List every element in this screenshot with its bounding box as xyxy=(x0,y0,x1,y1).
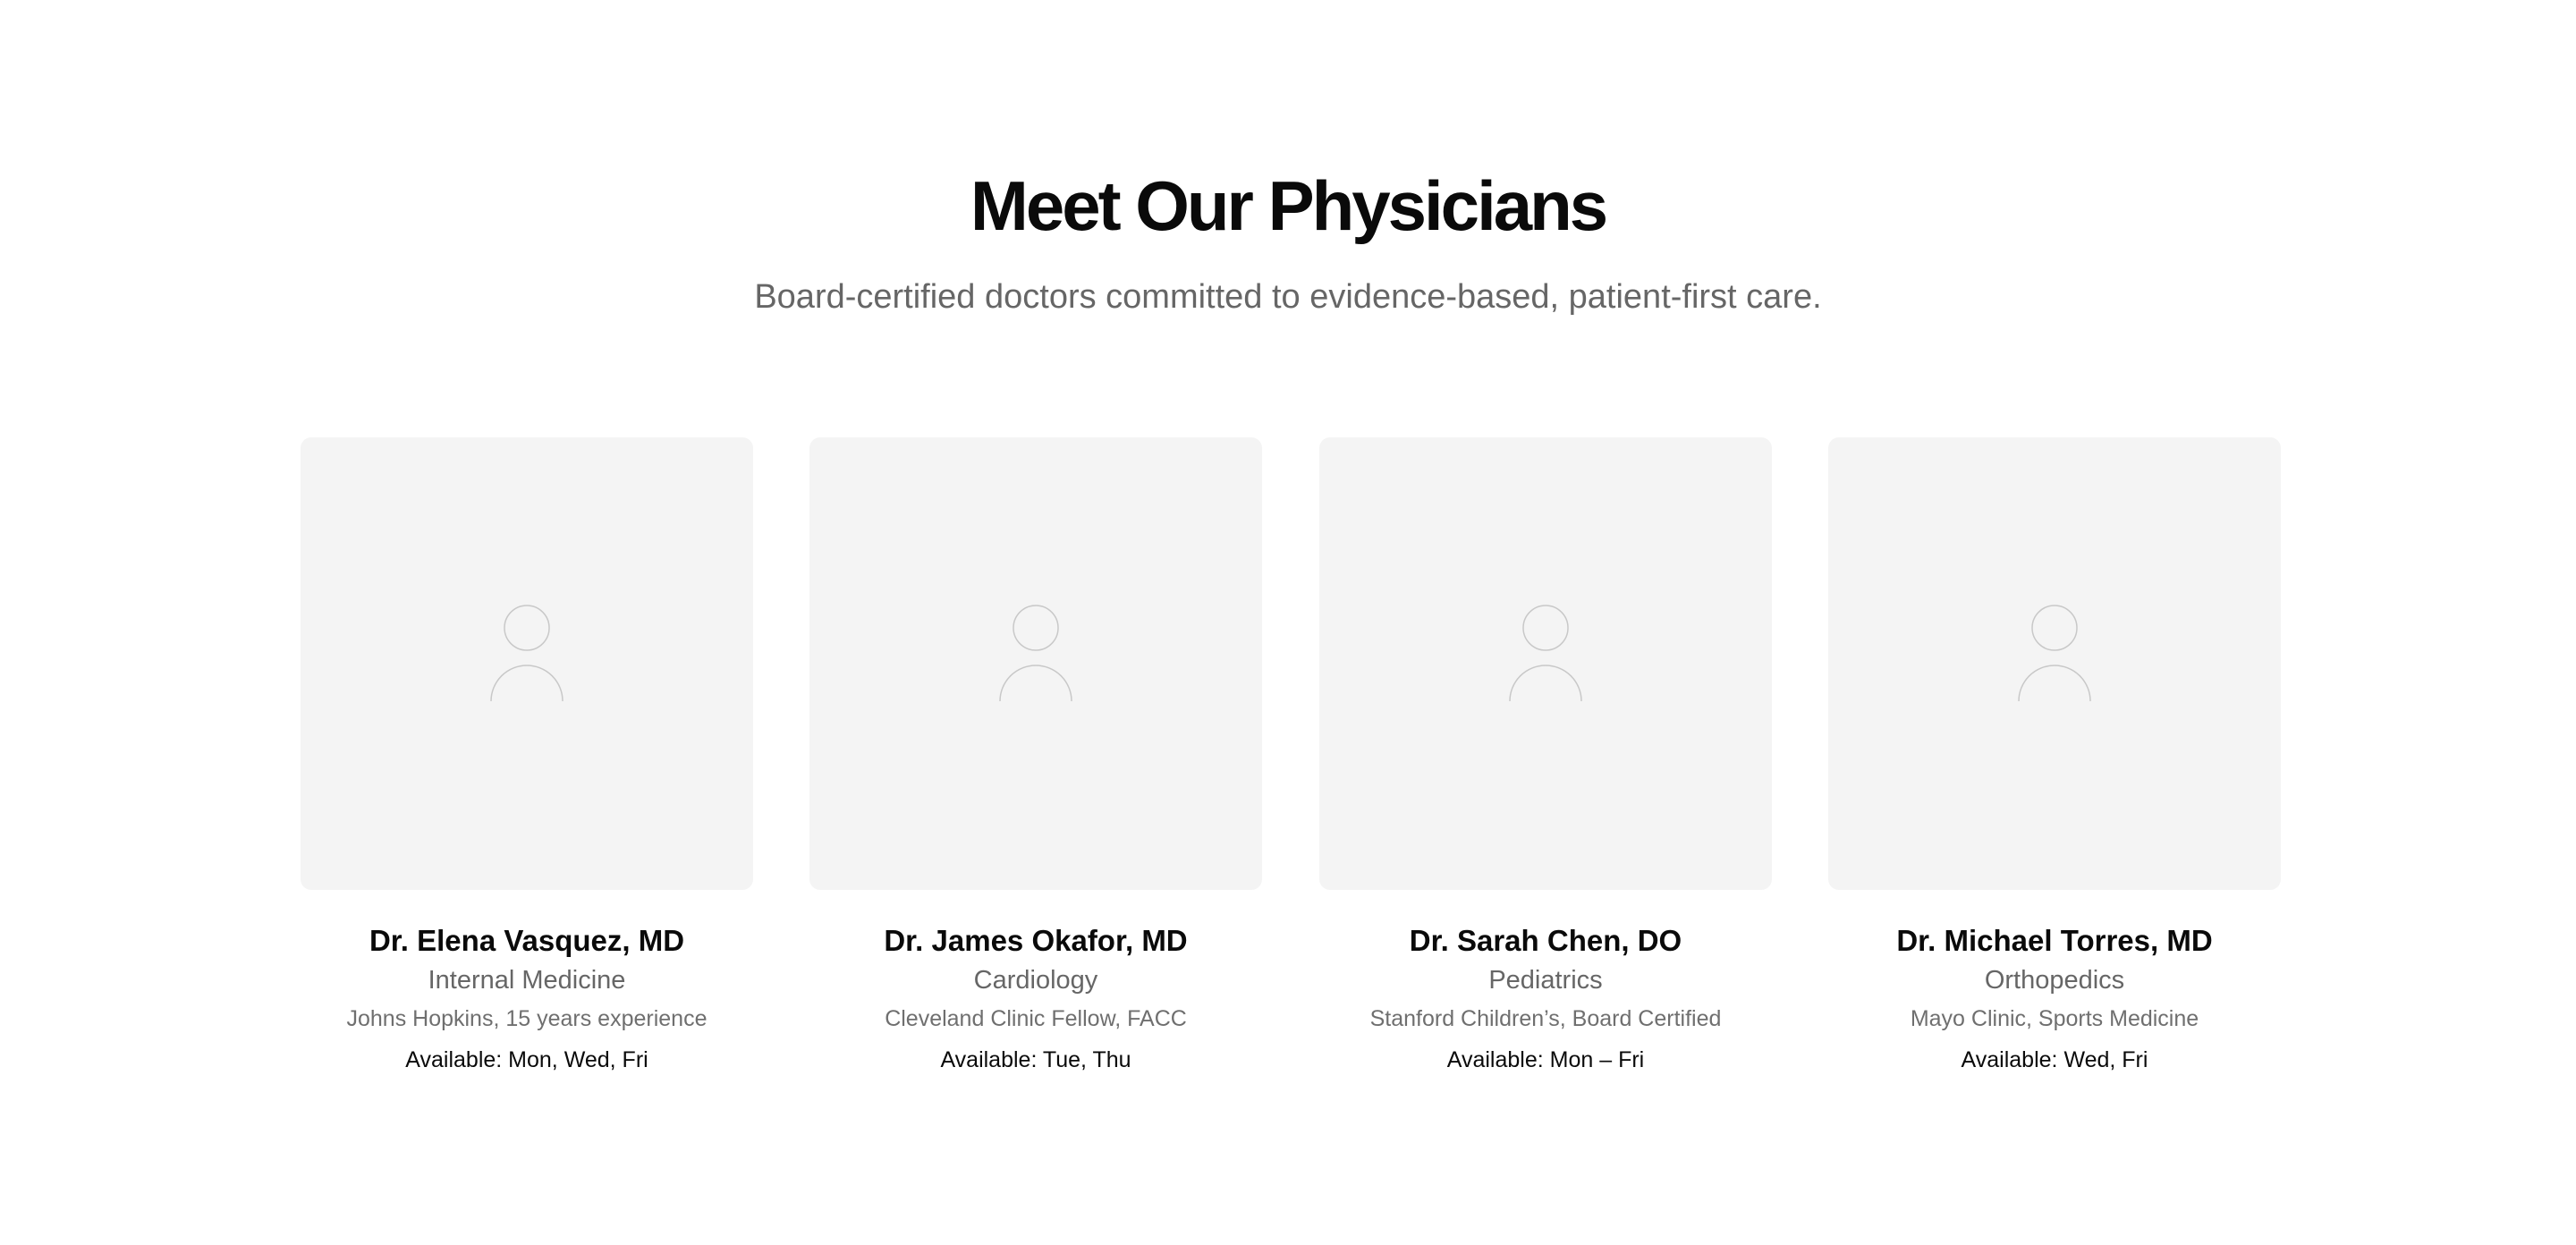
physicians-section: Meet Our Physicians Board-certified doct… xyxy=(0,0,2576,1245)
physician-availability: Available: Wed, Fri xyxy=(1961,1047,2148,1072)
section-title: Meet Our Physicians xyxy=(970,166,1608,245)
physician-specialty: Pediatrics xyxy=(1488,966,1603,995)
physician-specialty: Internal Medicine xyxy=(428,966,626,995)
physician-name: Dr. Michael Torres, MD xyxy=(1896,924,2213,957)
person-placeholder-icon xyxy=(999,605,1072,702)
physician-credentials: Stanford Children’s, Board Certified xyxy=(1369,1006,1722,1031)
physician-card[interactable]: Dr. Elena Vasquez, MD Internal Medicine … xyxy=(301,437,753,1076)
person-placeholder-icon xyxy=(1509,605,1582,702)
physician-specialty: Orthopedics xyxy=(1984,966,2125,995)
physician-photo-placeholder xyxy=(809,437,1262,890)
section-subtitle: Board-certified doctors committed to evi… xyxy=(754,278,1822,316)
person-placeholder-icon xyxy=(2018,605,2091,702)
physician-availability: Available: Tue, Thu xyxy=(940,1047,1131,1072)
person-placeholder-icon xyxy=(490,605,564,702)
physician-card[interactable]: Dr. Michael Torres, MD Orthopedics Mayo … xyxy=(1828,437,2281,1076)
physician-card[interactable]: Dr. Sarah Chen, DO Pediatrics Stanford C… xyxy=(1319,437,1772,1076)
physician-specialty: Cardiology xyxy=(973,966,1098,995)
physician-grid: Dr. Elena Vasquez, MD Internal Medicine … xyxy=(301,437,2281,1099)
physician-availability: Available: Mon, Wed, Fri xyxy=(405,1047,648,1072)
physician-availability: Available: Mon – Fri xyxy=(1446,1047,1645,1072)
physician-name: Dr. Sarah Chen, DO xyxy=(1409,924,1682,957)
physician-name: Dr. James Okafor, MD xyxy=(884,924,1188,957)
physician-credentials: Mayo Clinic, Sports Medicine xyxy=(1910,1006,2199,1031)
physician-name: Dr. Elena Vasquez, MD xyxy=(369,924,685,957)
physician-photo-placeholder xyxy=(1319,437,1772,890)
physician-card[interactable]: Dr. James Okafor, MD Cardiology Clevelan… xyxy=(809,437,1262,1076)
physician-photo-placeholder xyxy=(301,437,753,890)
physician-credentials: Cleveland Clinic Fellow, FACC xyxy=(885,1006,1187,1031)
physician-credentials: Johns Hopkins, 15 years experience xyxy=(346,1006,708,1031)
physician-photo-placeholder xyxy=(1828,437,2281,890)
